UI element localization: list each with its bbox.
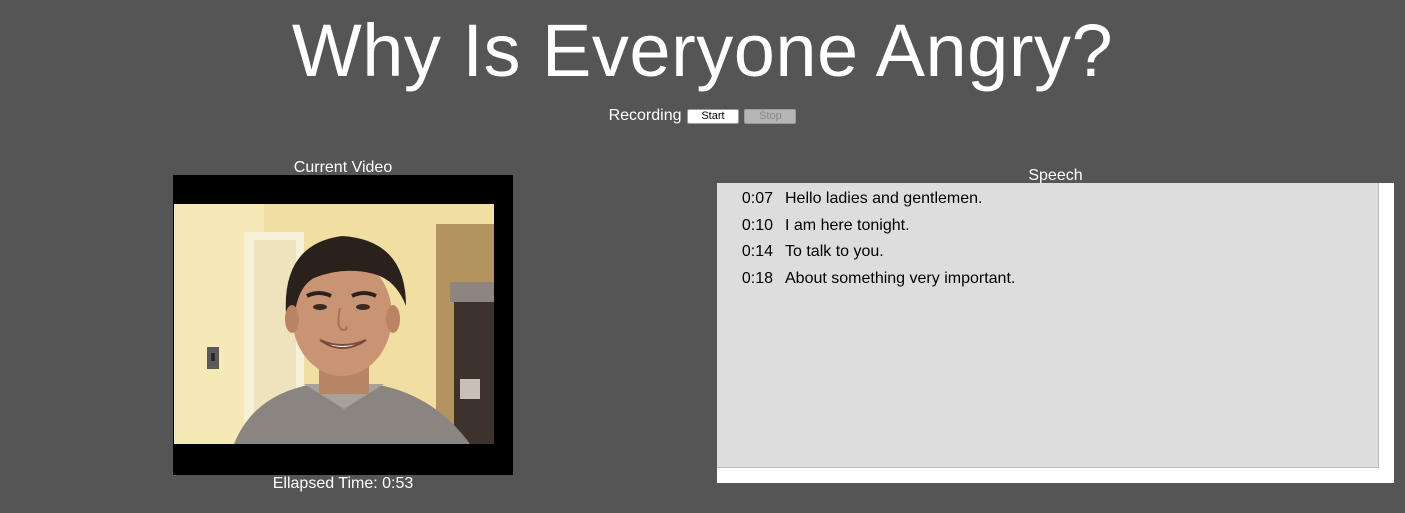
speech-transcript-list: 0:07 Hello ladies and gentlemen. 0:10 I … <box>717 183 1378 294</box>
speech-panel[interactable]: 0:07 Hello ladies and gentlemen. 0:10 I … <box>717 183 1394 483</box>
webcam-image <box>174 204 494 444</box>
speech-timestamp: 0:14 <box>741 243 773 260</box>
speech-timestamp: 0:18 <box>741 269 773 287</box>
recording-controls: Recording Start Stop <box>0 106 1405 126</box>
video-player[interactable] <box>173 175 513 475</box>
speech-text: Hello ladies and gentlemen. <box>785 190 983 207</box>
start-recording-button[interactable]: Start <box>686 108 739 124</box>
speech-transcript-box[interactable]: 0:07 Hello ladies and gentlemen. 0:10 I … <box>717 183 1379 468</box>
webcam-feed <box>174 204 494 444</box>
elapsed-time: Ellapsed Time: 0:53 <box>173 474 513 494</box>
speech-text: I am here tonight. <box>785 216 910 234</box>
page-title: Why Is Everyone Angry? <box>291 9 1114 92</box>
speech-line: 0:14 To talk to you. <box>717 241 1378 268</box>
stop-recording-button[interactable]: Stop <box>744 108 797 124</box>
speech-line: 0:18 About something very important. <box>717 268 1378 295</box>
speech-timestamp: 0:07 <box>741 190 773 207</box>
speech-text: About something very important. <box>785 269 1016 287</box>
recording-label: Recording <box>608 107 682 124</box>
speech-line: 0:10 I am here tonight. <box>717 215 1378 242</box>
elapsed-time-label: Ellapsed Time: <box>272 475 378 492</box>
speech-timestamp: 0:10 <box>741 216 773 234</box>
speech-text: To talk to you. <box>785 243 884 260</box>
speech-line: 0:07 Hello ladies and gentlemen. <box>717 188 1378 215</box>
elapsed-time-value: 0:53 <box>382 475 414 492</box>
